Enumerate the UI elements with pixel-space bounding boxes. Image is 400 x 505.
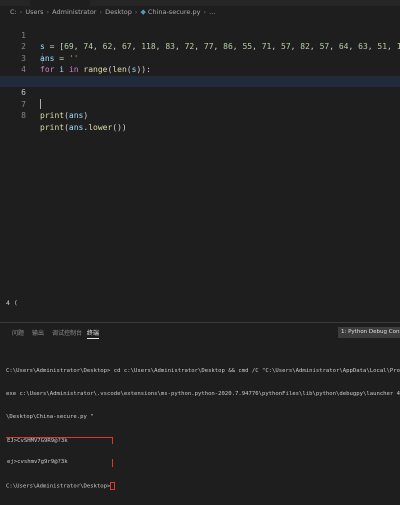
terminal-line: \Desktop\China-secure.py " xyxy=(6,413,94,420)
output-line-original: EJ>CvSHMV7G9R9@?3k xyxy=(7,437,68,444)
terminal-highlight: EJ>CvSHMV7G9R9@?3k xyxy=(6,436,400,445)
code-line[interactable]: 7 print(ans) xyxy=(0,87,400,121)
tab-debug-console[interactable]: 调试控制台 xyxy=(52,328,82,337)
breadcrumb-item-more[interactable]: ... xyxy=(209,8,215,16)
tab-output[interactable]: 输出 xyxy=(32,328,44,337)
terminal-cursor-box xyxy=(110,482,116,490)
bottom-panel: 问题 输出 调试控制台 终端 1: Python Debug Cons C:\U… xyxy=(0,322,400,490)
terminal-prompt: C:\Users\Administrator\Desktop> xyxy=(6,482,400,490)
run-output-fragment: 4 ( xyxy=(6,299,18,307)
chevron-right-icon: › xyxy=(19,8,23,16)
chevron-right-icon: › xyxy=(46,8,50,16)
terminal-line: exe c:\Users\Administrator\.vscode\exten… xyxy=(6,390,400,397)
panel-tab-bar: 问题 输出 调试控制台 终端 1: Python Debug Cons xyxy=(0,326,400,339)
breadcrumb-item-administrator[interactable]: Administrator xyxy=(52,8,96,16)
output-highlight-box: EJ>CvSHMV7G9R9@?3k xyxy=(6,436,113,445)
code-line-text: print(ans) xyxy=(40,111,89,120)
code-line[interactable]: 3 for i in range(len(s)): xyxy=(0,41,400,75)
terminal-select-dropdown[interactable]: 1: Python Debug Cons xyxy=(338,327,400,338)
code-line[interactable]: 8 print(ans.lower()) xyxy=(0,99,400,132)
chevron-right-icon: › xyxy=(99,8,103,16)
breadcrumb-item-users[interactable]: Users xyxy=(25,8,43,16)
code-line[interactable]: 4 ans += chr(s[i]) xyxy=(0,53,400,86)
code-line-current[interactable]: 6 xyxy=(0,75,400,109)
breadcrumb-item-drive[interactable]: C: xyxy=(10,8,17,16)
breadcrumb-item-file[interactable]: China-secure.py xyxy=(148,8,201,16)
chevron-right-icon: › xyxy=(134,8,138,16)
output-highlight-box: ej>cvshmv7g9r9@?3k xyxy=(6,459,113,467)
breadcrumb: C: › Users › Administrator › Desktop › ◆… xyxy=(0,6,400,18)
line-number: 8 xyxy=(21,111,26,120)
python-file-icon: ◆ xyxy=(140,8,146,16)
code-line[interactable]: 1 s = [69, 74, 62, 67, 118, 83, 72, 77, … xyxy=(0,18,400,52)
code-line[interactable]: 5 xyxy=(0,64,400,86)
breadcrumb-item-desktop[interactable]: Desktop xyxy=(105,8,132,16)
code-line-text: print(ans.lower()) xyxy=(40,122,127,132)
terminal-line: C:\Users\Administrator\Desktop> cd c:\Us… xyxy=(6,368,400,375)
terminal-output[interactable]: C:\Users\Administrator\Desktop> cd c:\Us… xyxy=(6,353,400,505)
output-line-lower: ej>cvshmv7g9r9@?3k xyxy=(7,459,68,466)
tab-terminal[interactable]: 终端 xyxy=(87,328,100,339)
prompt-text: C:\Users\Administrator\Desktop> xyxy=(6,483,111,490)
chevron-right-icon: › xyxy=(203,8,207,16)
terminal-highlight: ej>cvshmv7g9r9@?3k xyxy=(6,459,400,467)
tab-problems[interactable]: 问题 xyxy=(12,328,24,337)
code-line[interactable]: 2 ans = '' xyxy=(0,30,400,63)
code-editor[interactable]: 1 s = [69, 74, 62, 67, 118, 83, 72, 77, … xyxy=(0,18,400,313)
